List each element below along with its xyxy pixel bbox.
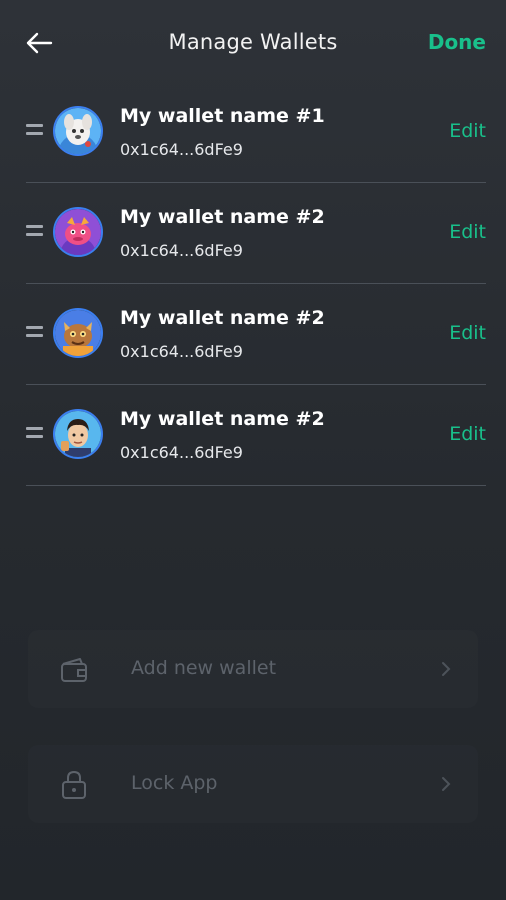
- wallet-address: 0x1c64...6dFe9: [120, 443, 243, 462]
- edit-button[interactable]: Edit: [449, 221, 486, 243]
- lock-icon: [62, 770, 86, 799]
- wallet-list: My wallet name #1 0x1c64...6dFe9 Edit My…: [0, 82, 506, 486]
- brown-monster-avatar: [53, 308, 103, 358]
- chevron-right-icon: [442, 777, 451, 791]
- edit-button[interactable]: Edit: [449, 322, 486, 344]
- header: Manage Wallets Done: [0, 0, 506, 88]
- done-button[interactable]: Done: [428, 30, 486, 54]
- wallet-row[interactable]: My wallet name #2 0x1c64...6dFe9 Edit: [26, 183, 486, 284]
- wallet-row[interactable]: My wallet name #2 0x1c64...6dFe9 Edit: [26, 284, 486, 385]
- wallet-address: 0x1c64...6dFe9: [120, 342, 243, 361]
- add-new-wallet-button[interactable]: Add new wallet: [28, 630, 478, 708]
- edit-button[interactable]: Edit: [449, 423, 486, 445]
- wallet-address: 0x1c64...6dFe9: [120, 241, 243, 260]
- chevron-right-icon: [442, 662, 451, 676]
- wallet-name: My wallet name #2: [120, 206, 325, 228]
- edit-button[interactable]: Edit: [449, 120, 486, 142]
- drag-handle-icon[interactable]: [26, 427, 44, 441]
- drag-handle-icon[interactable]: [26, 124, 44, 138]
- wallet-name: My wallet name #2: [120, 307, 325, 329]
- wallet-name: My wallet name #2: [120, 408, 325, 430]
- wallet-row[interactable]: My wallet name #2 0x1c64...6dFe9 Edit: [26, 385, 486, 486]
- wallet-address: 0x1c64...6dFe9: [120, 140, 243, 159]
- wallet-row[interactable]: My wallet name #1 0x1c64...6dFe9 Edit: [26, 82, 486, 183]
- wallet-icon: [61, 658, 87, 682]
- add-new-wallet-label: Add new wallet: [131, 657, 277, 679]
- lock-app-button[interactable]: Lock App: [28, 745, 478, 823]
- white-dog-avatar: [53, 106, 103, 156]
- wallet-name: My wallet name #1: [120, 105, 325, 127]
- man-character-avatar: [53, 409, 103, 459]
- lock-app-label: Lock App: [131, 772, 218, 794]
- pink-creature-avatar: [53, 207, 103, 257]
- drag-handle-icon[interactable]: [26, 225, 44, 239]
- drag-handle-icon[interactable]: [26, 326, 44, 340]
